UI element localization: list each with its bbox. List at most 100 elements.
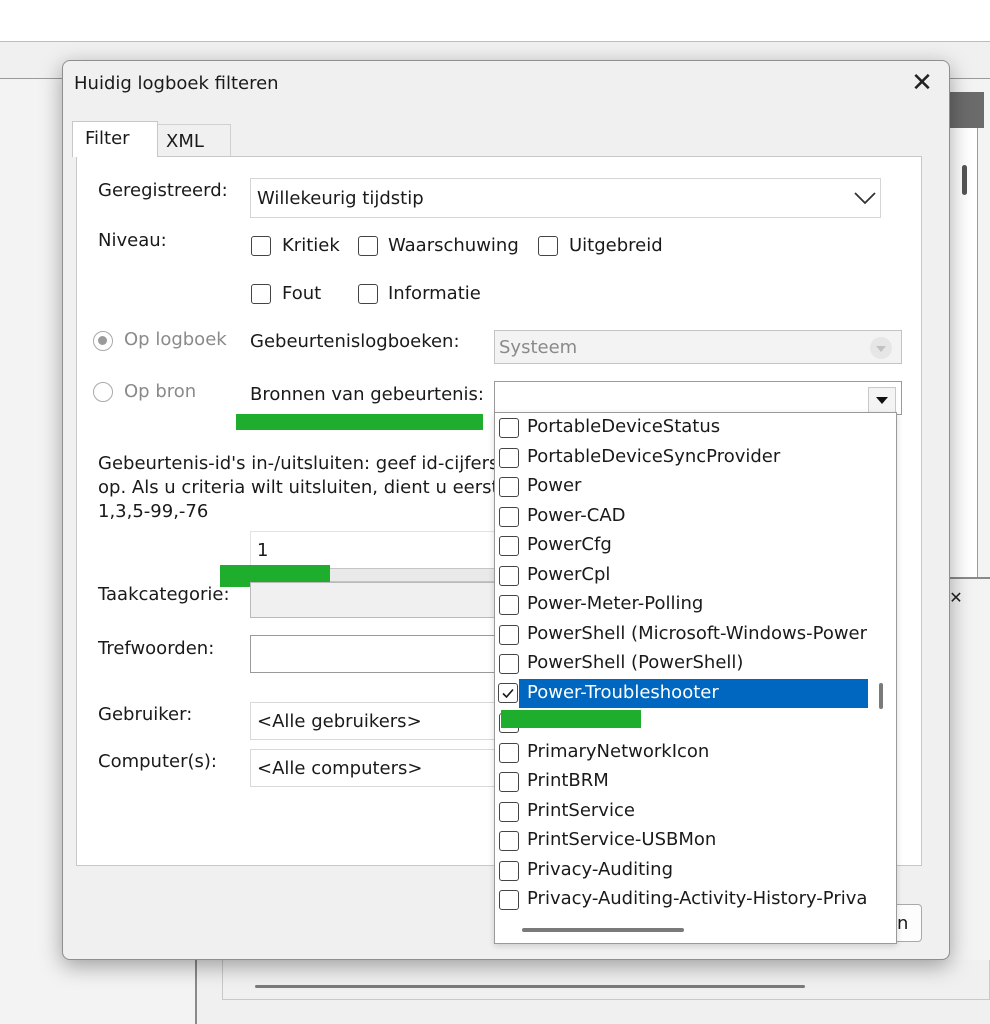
level-information-label: Informatie [388,283,481,304]
item-label: Power-Meter-Polling [527,593,704,614]
list-item[interactable]: PowerCpl [495,561,868,591]
item-label: PortableDeviceStatus [527,416,721,437]
item-checkbox[interactable] [499,772,519,792]
list-horizontal-scrollbar[interactable] [522,928,684,932]
background-side-panel [948,128,978,578]
list-item[interactable]: t [495,708,868,738]
level-critical-checkbox[interactable] [251,236,271,256]
level-error-label: Fout [282,283,322,304]
item-label: PowerShell (PowerShell) [527,652,744,673]
logged-select[interactable]: Willekeurig tijdstip [250,178,881,218]
list-item[interactable]: PowerCfg [495,531,868,561]
computer-label: Computer(s): [98,751,217,772]
event-logs-label: Gebeurtenislogboeken: [250,331,460,352]
level-label: Niveau: [98,230,167,251]
list-item[interactable]: PrintBRM [495,767,868,797]
by-source-label: Op bron [124,381,197,402]
item-checkbox[interactable] [499,506,519,527]
dialog-title: Huidig logboek filteren [74,73,279,94]
item-checkbox[interactable] [499,860,519,881]
selected-item-checkbox[interactable] [498,683,518,703]
event-sources-list[interactable]: PortableDeviceStatus PortableDeviceSyncP… [494,412,897,944]
event-ids-help-line-3: 1,3,5-99,-76 [98,501,209,522]
event-ids-help-line-1: Gebeurtenis-id's in-/uitsluiten: geef id… [98,453,498,474]
level-verbose-checkbox[interactable] [538,236,558,256]
computer-value: <Alle computers> [257,758,423,779]
item-checkbox[interactable] [499,595,519,615]
close-icon[interactable]: ✕ [906,68,938,100]
item-label: PortableDeviceSyncProvider [527,445,781,467]
item-checkbox[interactable] [499,624,519,645]
highlight-marker-3 [501,710,641,728]
level-warning-checkbox[interactable] [358,236,378,256]
event-logs-value: Systeem [499,337,578,358]
logged-label: Geregistreerd: [98,180,228,201]
background-bottom-inner [222,960,990,1000]
level-information-checkbox[interactable] [358,284,378,304]
event-ids-value: 1 [257,540,269,561]
task-category-select[interactable] [250,582,500,618]
event-sources-dropdown-button[interactable] [868,387,896,413]
item-label: PrintService-USBMon [527,829,717,850]
background-horizontal-scrollbar[interactable] [255,985,805,988]
list-item[interactable]: Power [495,472,868,502]
list-item-selected[interactable]: Power-Troubleshooter [519,678,868,708]
event-ids-help: Gebeurtenis-id's in-/uitsluiten: geef id… [98,452,498,524]
item-checkbox[interactable] [499,831,519,851]
item-label: PowerShell (Microsoft-Windows-PowerS [527,622,868,644]
level-error-checkbox[interactable] [251,284,271,304]
item-checkbox[interactable] [499,477,519,497]
keywords-select[interactable] [250,635,500,673]
by-log-radio[interactable] [93,331,113,351]
level-critical-label: Kritiek [282,235,340,256]
by-source-radio[interactable] [93,382,113,402]
item-checkbox[interactable] [499,654,519,674]
user-input[interactable]: <Alle gebruikers> [250,702,500,740]
item-label: Privacy-Auditing [527,858,673,880]
level-warning-label: Waarschuwing [388,235,519,256]
list-item[interactable]: PortableDeviceSyncProvider [495,443,868,473]
tab-filter-label: Filter [85,128,130,149]
list-item[interactable]: PrimaryNetworkIcon [495,738,868,768]
partial-button-label: n [897,913,909,934]
event-sources-label: Bronnen van gebeurtenis: [250,384,484,405]
list-vertical-scrollbar[interactable] [879,683,883,709]
tab-xml-label: XML [166,131,204,152]
item-label: Power [527,475,582,496]
item-checkbox[interactable] [499,890,519,910]
item-checkbox[interactable] [499,801,519,822]
user-value: <Alle gebruikers> [257,711,422,732]
list-item[interactable]: Privacy-Auditing-Activity-History-Privac… [495,885,868,915]
level-verbose-label: Uitgebreid [569,235,663,256]
list-item[interactable]: PrintService-USBMon [495,826,868,856]
item-label: PowerCpl [527,563,611,585]
background-scrollbar-thumb[interactable] [962,165,967,195]
event-sources-select[interactable] [494,381,902,415]
list-item[interactable]: PowerShell (Microsoft-Windows-PowerS [495,620,868,650]
event-ids-input[interactable]: 1 [250,531,500,569]
computer-input[interactable]: <Alle computers> [250,749,500,787]
item-label: PrintService [527,799,635,821]
tab-xml[interactable]: XML [153,124,231,156]
item-label: PrintBRM [527,770,609,791]
background-window-topbar [0,0,990,42]
background-divider [948,577,990,579]
list-item[interactable]: Power-CAD [495,502,868,532]
item-checkbox[interactable] [499,447,519,468]
list-item[interactable]: PortableDeviceStatus [495,413,868,443]
item-label: Power-Troubleshooter [527,681,719,703]
list-item[interactable]: Privacy-Auditing [495,856,868,886]
by-log-label: Op logboek [124,329,227,350]
tab-filter[interactable]: Filter [72,121,158,157]
list-item[interactable]: PrintService [495,797,868,827]
item-checkbox[interactable] [499,565,519,586]
chevron-down-icon[interactable] [853,186,877,210]
logged-select-value: Willekeurig tijdstip [257,188,424,209]
item-checkbox[interactable] [499,418,519,438]
item-checkbox[interactable] [499,536,519,556]
item-checkbox[interactable] [499,742,519,763]
event-logs-select[interactable]: Systeem [494,330,902,364]
list-item[interactable]: Power-Meter-Polling [495,590,868,620]
background-panel-header [948,92,984,128]
list-item[interactable]: PowerShell (PowerShell) [495,649,868,679]
